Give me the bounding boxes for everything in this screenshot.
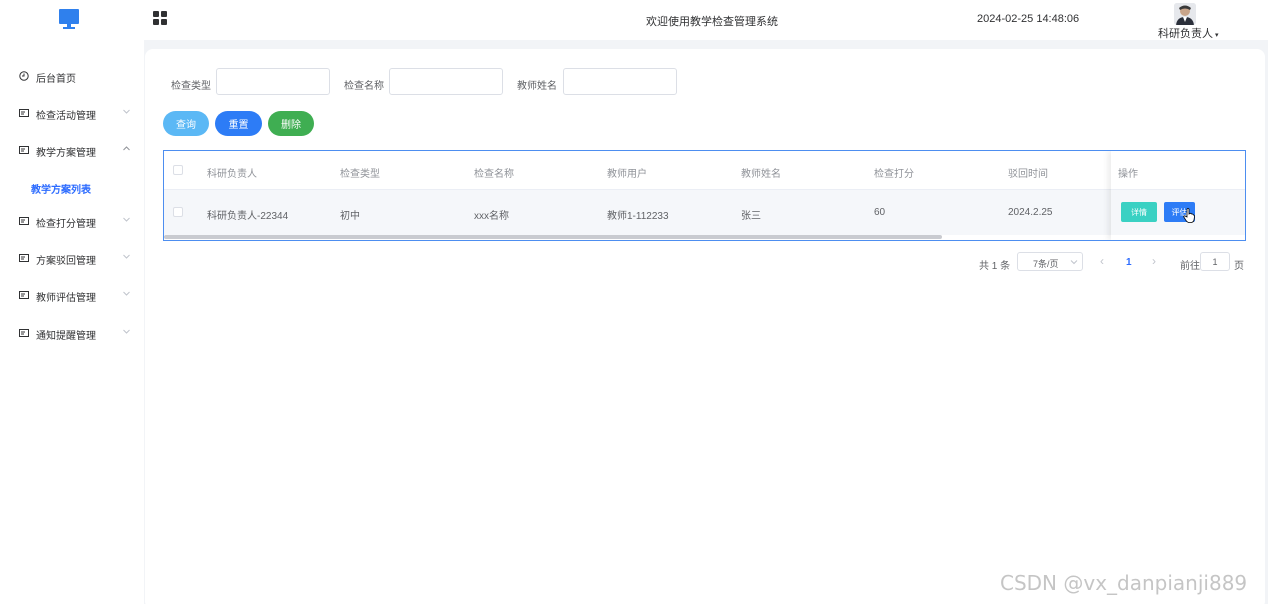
cell-leader: 科研负责人-22344 — [207, 211, 289, 222]
cell-reject-time: 2024.2.25 — [1008, 207, 1053, 218]
hand-cursor-icon — [1183, 208, 1195, 223]
check-type-input[interactable] — [216, 68, 330, 95]
operations-header: 操作 — [1111, 151, 1245, 190]
card-icon — [19, 109, 29, 117]
sidebar-item-label: 检查打分管理 — [36, 219, 96, 230]
goto-page-input[interactable] — [1200, 252, 1230, 271]
column-header-teacher-name[interactable]: 教师姓名 — [741, 165, 781, 180]
chevron-down-icon — [123, 109, 130, 114]
sidebar-item-label: 教学方案管理 — [36, 148, 96, 159]
sidebar-item-label: 通知提醒管理 — [36, 331, 96, 342]
chevron-down-icon — [123, 291, 130, 296]
check-type-label: 检查类型 — [171, 81, 211, 92]
grid-menu-icon[interactable] — [153, 11, 167, 25]
current-datetime: 2024-02-25 14:48:06 — [977, 13, 1080, 25]
page-size-select[interactable]: 7条/页 — [1017, 252, 1083, 271]
main-content — [145, 49, 1265, 604]
user-name: 科研负责人 — [1158, 28, 1213, 40]
chevron-down-icon — [1070, 260, 1078, 265]
avatar-person-icon — [1174, 3, 1196, 25]
check-name-input[interactable] — [389, 68, 503, 95]
card-icon — [19, 217, 29, 225]
teacher-name-input[interactable] — [563, 68, 677, 95]
card-icon — [19, 146, 29, 154]
cell-type: 初中 — [340, 211, 360, 222]
column-header-teacher-user[interactable]: 教师用户 — [607, 165, 647, 180]
cell-teacher-user: 教师1-112233 — [607, 211, 669, 222]
detail-button[interactable]: 详情 — [1121, 202, 1157, 222]
chevron-up-icon — [123, 146, 130, 151]
sidebar: 后台首页 检查活动管理 教学方案管理 教学方案列表 检查打分管理 方案驳回管理 … — [0, 40, 144, 604]
cell-name: xxx名称 — [474, 211, 509, 222]
goto-suffix-label: 页 — [1234, 261, 1244, 272]
caret-down-icon: ▾ — [1215, 32, 1219, 39]
column-header-score[interactable]: 检查打分 — [874, 165, 914, 180]
sidebar-item-plan-reject[interactable]: 方案驳回管理 — [0, 246, 144, 270]
operations-cell: 详情 评估 — [1111, 190, 1245, 235]
check-name-label: 检查名称 — [344, 81, 384, 92]
pagination-total: 共 1 条 — [979, 261, 1011, 272]
column-header-operations: 操作 — [1118, 169, 1138, 180]
sidebar-subitem-label: 教学方案列表 — [31, 185, 91, 196]
column-header-name[interactable]: 检查名称 — [474, 165, 514, 180]
select-all-checkbox[interactable] — [173, 165, 183, 175]
user-avatar[interactable] — [1174, 3, 1196, 25]
sidebar-item-check-score[interactable]: 检查打分管理 — [0, 209, 144, 233]
sidebar-item-label: 教师评估管理 — [36, 293, 96, 304]
column-header-leader[interactable]: 科研负责人 — [207, 165, 257, 180]
goto-prefix-label: 前往 — [1180, 261, 1200, 272]
delete-button[interactable]: 删除 — [268, 111, 314, 136]
cell-score: 60 — [874, 207, 886, 218]
operations-column: 操作 详情 评估 — [1111, 151, 1245, 240]
page-size-value: 7条/页 — [1033, 259, 1059, 269]
reset-button[interactable]: 重置 — [215, 111, 262, 136]
user-dropdown[interactable]: 科研负责人 ▾ — [1158, 25, 1219, 41]
monitor-logo-icon — [59, 9, 79, 29]
sidebar-item-label: 检查活动管理 — [36, 111, 96, 122]
data-table: 科研负责人 检查类型 检查名称 教师用户 教师姓名 检查打分 驳回时间 科研负责… — [163, 150, 1246, 241]
sidebar-subitem-plan-list[interactable]: 教学方案列表 — [0, 176, 144, 198]
clock-icon — [19, 71, 29, 81]
table-row[interactable]: 科研负责人-22344 初中 xxx名称 教师1-112233 张三 60 20… — [164, 190, 1245, 235]
cell-teacher-name: 张三 — [741, 211, 761, 222]
horizontal-scrollbar[interactable] — [164, 235, 942, 239]
site-title: 欢迎使用教学检查管理系统 — [646, 16, 778, 28]
chevron-down-icon — [123, 254, 130, 259]
sidebar-item-label: 方案驳回管理 — [36, 256, 96, 267]
next-page-button[interactable]: › — [1152, 254, 1156, 268]
table-header: 科研负责人 检查类型 检查名称 教师用户 教师姓名 检查打分 驳回时间 — [164, 151, 1245, 190]
sidebar-item-check-activity[interactable]: 检查活动管理 — [0, 101, 144, 125]
card-icon — [19, 291, 29, 299]
row-checkbox[interactable] — [173, 207, 183, 217]
sidebar-item-label: 后台首页 — [36, 74, 76, 85]
card-icon — [19, 254, 29, 262]
column-header-reject-time[interactable]: 驳回时间 — [1008, 165, 1048, 180]
query-button[interactable]: 查询 — [163, 111, 209, 136]
column-header-type[interactable]: 检查类型 — [340, 165, 380, 180]
current-page[interactable]: 1 — [1126, 257, 1132, 268]
sidebar-item-teacher-eval[interactable]: 教师评估管理 — [0, 283, 144, 307]
card-icon — [19, 329, 29, 337]
sidebar-item-teaching-plan[interactable]: 教学方案管理 — [0, 138, 144, 162]
watermark: CSDN @vx_danpianji889 — [1000, 571, 1248, 595]
sidebar-item-home[interactable]: 后台首页 — [0, 64, 144, 88]
prev-page-button[interactable]: ‹ — [1100, 254, 1104, 268]
chevron-down-icon — [123, 329, 130, 334]
sidebar-item-notifications[interactable]: 通知提醒管理 — [0, 321, 144, 345]
top-header: 欢迎使用教学检查管理系统 2024-02-25 14:48:06 科研负责人 ▾ — [0, 0, 1268, 40]
teacher-name-label: 教师姓名 — [517, 81, 557, 92]
chevron-down-icon — [123, 217, 130, 222]
